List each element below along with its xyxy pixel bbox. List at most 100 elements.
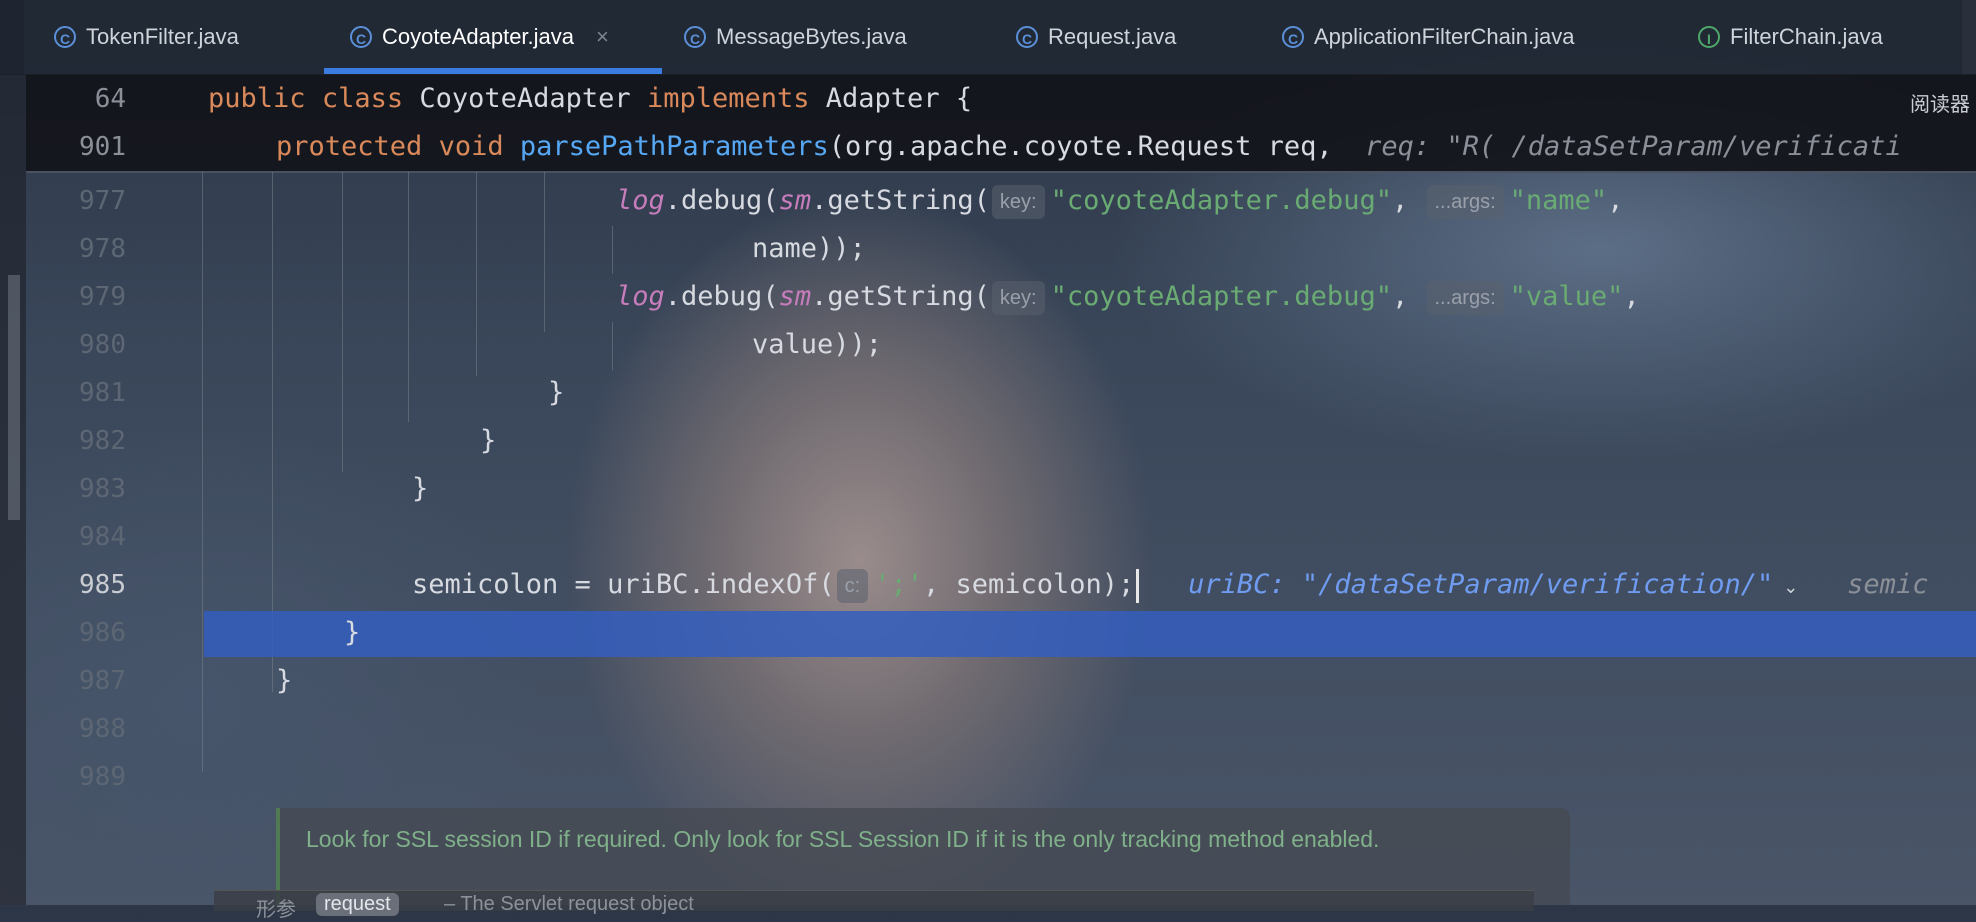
documentation-popup[interactable]: Look for SSL session ID if required. Onl… bbox=[214, 808, 1570, 921]
code-text: (org.apache.coyote.Request req, bbox=[828, 131, 1333, 162]
tab-bar-lead bbox=[0, 0, 24, 74]
active-tab-indicator bbox=[324, 68, 662, 74]
editor-gutter bbox=[0, 75, 26, 905]
sticky-scroll-header[interactable]: 64 public class CoyoteAdapter implements… bbox=[26, 75, 1976, 173]
tab-coyoteadapter[interactable]: C CoyoteAdapter.java × bbox=[324, 0, 662, 74]
line-number: 983 bbox=[79, 474, 126, 504]
tab-messagebytes[interactable]: C MessageBytes.java bbox=[684, 0, 907, 74]
debug-inlay-value: semic bbox=[1847, 569, 1929, 600]
line-number: 64 bbox=[94, 84, 126, 114]
code-line-981[interactable]: } bbox=[548, 369, 564, 417]
class-icon: C bbox=[350, 26, 372, 48]
line-number: 986 bbox=[79, 618, 126, 648]
code-text: .debug( bbox=[664, 185, 779, 216]
field-sm: sm bbox=[778, 185, 812, 216]
line-number: 979 bbox=[79, 282, 126, 312]
tab-applicationfilterchain[interactable]: C ApplicationFilterChain.java bbox=[1282, 0, 1574, 74]
field-sm: sm bbox=[778, 281, 812, 312]
line-number: 985 bbox=[79, 570, 126, 600]
interface-icon: I bbox=[1698, 26, 1720, 48]
line-number: 982 bbox=[79, 426, 126, 456]
string-literal: ';' bbox=[874, 569, 923, 600]
line-number: 984 bbox=[79, 522, 126, 552]
close-icon[interactable]: × bbox=[596, 24, 609, 50]
line-number: 978 bbox=[79, 234, 126, 264]
debug-inlay-value: req: "R( /dataSetParam/verificati bbox=[1365, 131, 1902, 162]
indent-guide bbox=[408, 172, 409, 422]
tab-label: ApplicationFilterChain.java bbox=[1314, 24, 1575, 49]
current-line-highlight bbox=[204, 611, 1976, 657]
parameter-hint: c: bbox=[836, 568, 869, 603]
tab-label: Request.java bbox=[1048, 24, 1177, 49]
code-text: .getString( bbox=[811, 281, 990, 312]
indent-guide bbox=[202, 172, 203, 772]
class-icon: C bbox=[1016, 26, 1038, 48]
string-literal: "coyoteAdapter.debug" bbox=[1050, 281, 1392, 312]
parameter-hint: key: bbox=[991, 184, 1045, 219]
parameter-hint: ...args: bbox=[1426, 280, 1504, 315]
code-text: .getString( bbox=[811, 185, 990, 216]
doc-text: Look for SSL session ID if required. Onl… bbox=[306, 826, 1380, 852]
field-log: log bbox=[616, 281, 665, 312]
code-text: , bbox=[1607, 185, 1624, 216]
tab-scrollbar[interactable] bbox=[1962, 0, 1976, 74]
line-number: 980 bbox=[79, 330, 126, 360]
code-line-method-declaration[interactable]: protected void parsePathParameters(org.a… bbox=[276, 123, 1902, 171]
string-literal: "name" bbox=[1509, 185, 1608, 216]
code-line-982[interactable]: } bbox=[480, 417, 496, 465]
class-icon: C bbox=[1282, 26, 1304, 48]
parameter-hint: ...args: bbox=[1426, 184, 1504, 219]
code-line-980[interactable]: value)); bbox=[752, 321, 882, 369]
code-line-979[interactable]: log.debug(sm.getString(key: "coyoteAdapte… bbox=[616, 273, 1640, 321]
line-number: 981 bbox=[79, 378, 126, 408]
keyword: protected bbox=[276, 131, 423, 162]
indent-guide bbox=[342, 172, 343, 472]
keyword: implements bbox=[646, 83, 810, 114]
indent-guide bbox=[544, 172, 545, 332]
code-line-986[interactable]: } bbox=[344, 609, 360, 657]
keyword: class bbox=[321, 83, 404, 114]
line-number: 988 bbox=[79, 714, 126, 744]
tab-label: FilterChain.java bbox=[1730, 24, 1883, 49]
string-literal: "value" bbox=[1509, 281, 1624, 312]
class-name: CoyoteAdapter bbox=[419, 83, 631, 114]
parameter-hint: key: bbox=[991, 280, 1045, 315]
code-line-983[interactable]: } bbox=[412, 465, 428, 513]
indent-guide bbox=[612, 322, 613, 370]
line-number: 989 bbox=[79, 762, 126, 792]
class-icon: C bbox=[54, 26, 76, 48]
line-number: 977 bbox=[79, 186, 126, 216]
line-number: 987 bbox=[79, 666, 126, 696]
code-text: , bbox=[1391, 281, 1409, 312]
debug-inlay-value[interactable]: uriBC: "/dataSetParam/verification/" bbox=[1188, 569, 1773, 600]
code-line-985[interactable]: semicolon = uriBC.indexOf(c: ';', semicol… bbox=[412, 561, 1928, 609]
doc-params-row: 形参 request – The Servlet request object bbox=[214, 890, 1534, 921]
tab-label: MessageBytes.java bbox=[716, 24, 907, 49]
code-text: .debug( bbox=[664, 281, 779, 312]
tab-label: TokenFilter.java bbox=[86, 24, 239, 49]
indent-guide bbox=[612, 226, 613, 274]
string-literal: "coyoteAdapter.debug" bbox=[1050, 185, 1392, 216]
chevron-down-icon[interactable]: ⌄ bbox=[1783, 577, 1798, 598]
reader-mode-toggle[interactable]: 阅读器 bbox=[1910, 88, 1970, 117]
scrollbar-thumb[interactable] bbox=[8, 275, 20, 520]
tab-tokenfilter[interactable]: C TokenFilter.java bbox=[54, 0, 239, 74]
tab-filterchain[interactable]: I FilterChain.java bbox=[1698, 0, 1883, 74]
code-line-977[interactable]: log.debug(sm.getString(key: "coyoteAdapte… bbox=[616, 177, 1623, 225]
tab-request[interactable]: C Request.java bbox=[1016, 0, 1176, 74]
code-text: , bbox=[1391, 185, 1409, 216]
param-label: 形参 bbox=[256, 899, 296, 921]
class-icon: C bbox=[684, 26, 706, 48]
code-line-class-declaration[interactable]: public class CoyoteAdapter implements Ad… bbox=[208, 75, 972, 123]
indent-guide bbox=[476, 172, 477, 376]
editor-tab-bar: C TokenFilter.java C CoyoteAdapter.java … bbox=[0, 0, 1976, 75]
keyword: void bbox=[438, 131, 504, 162]
code-line-987[interactable]: } bbox=[276, 657, 292, 705]
code-line-978[interactable]: name)); bbox=[752, 225, 866, 273]
method-name: parsePathParameters bbox=[519, 131, 829, 162]
field-log: log bbox=[616, 185, 665, 216]
code-text: Adapter { bbox=[825, 83, 973, 114]
line-number: 901 bbox=[79, 132, 126, 162]
text-caret bbox=[1136, 568, 1140, 603]
code-text: semicolon = uriBC.indexOf( bbox=[412, 569, 835, 600]
